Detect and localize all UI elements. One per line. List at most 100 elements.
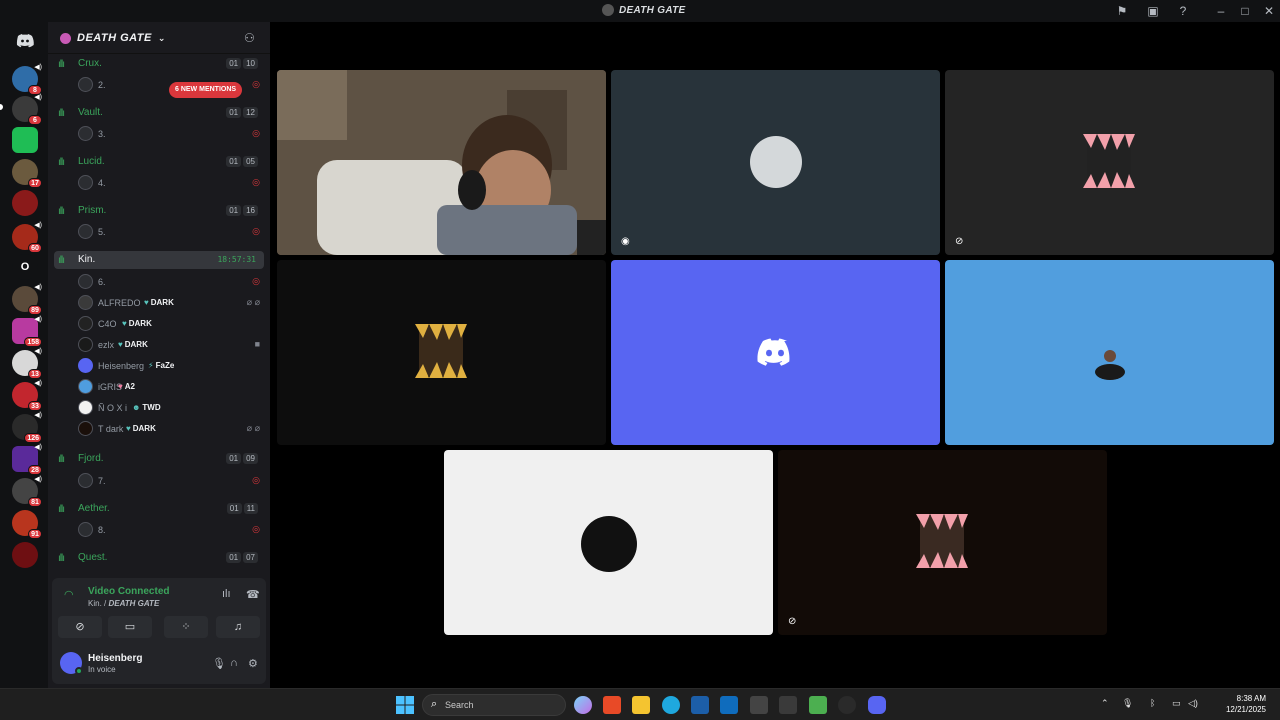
server-icon-10[interactable]: ◀) 13 (12, 348, 42, 379)
edge-browser-icon[interactable] (662, 696, 680, 714)
voice-member-igris[interactable]: iGRIS ♥ A2 (78, 378, 264, 396)
video-tile-user-2[interactable]: ◉ (611, 70, 940, 255)
channel-occupant[interactable]: 4. ◎ (78, 174, 264, 192)
video-tile-user-4[interactable] (277, 260, 606, 445)
server-icon-14[interactable]: ◀) 81 (12, 476, 42, 507)
user-avatar (581, 516, 637, 572)
video-tile-user-7[interactable] (444, 450, 773, 635)
server-icon-13[interactable]: ◀) 28 (12, 444, 42, 475)
video-tile-user-3[interactable]: ⊘ (945, 70, 1274, 255)
discord-home-icon[interactable] (12, 27, 38, 53)
inbox-flag-icon[interactable]: ⚑ (1115, 4, 1129, 18)
clan-tag: ♥ DARK (122, 319, 152, 328)
server-rail: ◀) 8 ◀) 6 17 ◀) 60 O ◀) 89 ◀) 158 ◀) 13 ◀) 33 ◀… (0, 22, 48, 688)
headphones-deafened-icon: ◎ (252, 79, 260, 89)
voice-status[interactable]: Video Connected (88, 586, 170, 597)
voice-member-ezlx[interactable]: ezlx ♥ DARK ■ (78, 336, 264, 354)
network-icon[interactable]: ▭ (1172, 698, 1181, 709)
server-icon-2[interactable]: ◀) 6 (12, 94, 42, 125)
voice-channel-vault[interactable]: ıllı Vault. 01 12 (54, 104, 264, 122)
voice-member-t-dark[interactable]: T dark ♥ DARK ⌀ ⌀ (78, 420, 264, 438)
voice-channel-lucid[interactable]: ıllı Lucid. 01 05 (54, 153, 264, 171)
brave-browser-icon[interactable] (603, 696, 621, 714)
server-icon-15[interactable]: 91 (12, 510, 42, 539)
guild-name[interactable]: DEATH GATE ⌄ (60, 32, 166, 44)
server-icon-16[interactable] (12, 542, 38, 568)
channel-occupant[interactable]: 6. ◎ (78, 273, 264, 291)
invite-people-icon[interactable]: ⚇ (244, 31, 258, 45)
disconnect-icon[interactable]: ☎ (246, 588, 260, 601)
voice-member-heisenberg[interactable]: Heisenberg ⚡ FaZe (78, 357, 264, 375)
server-icon-8[interactable]: ◀) 89 (12, 284, 42, 315)
chevron-up-icon[interactable]: ⌃ (1101, 698, 1109, 709)
signal-icon[interactable]: ◠ (64, 588, 74, 601)
system-clock[interactable]: 8:38 AM 12/21/2025 (1226, 693, 1266, 715)
store-app-icon[interactable] (691, 696, 709, 714)
channel-occupant[interactable]: 3. ◎ (78, 125, 264, 143)
server-icon-12[interactable]: ◀) 126 (12, 412, 42, 443)
headphones-icon[interactable]: ∩ (230, 657, 238, 669)
voice-channel-crux[interactable]: ıllı Crux. 01 10 (54, 55, 264, 73)
server-icon-9[interactable]: ◀) 158 (12, 316, 42, 347)
channel-occupant[interactable]: 2. ◎ (78, 76, 264, 94)
server-icon-4[interactable]: 17 (12, 159, 42, 188)
taskbar-search[interactable]: ⌕ Search (422, 694, 566, 716)
puzzle-app-icon[interactable] (809, 696, 827, 714)
volume-icon[interactable]: ◁) (1188, 698, 1198, 709)
server-icon-6[interactable]: ◀) 60 (12, 222, 42, 253)
video-tile-user-6[interactable] (945, 260, 1274, 445)
voice-member-alfredo[interactable]: ALFREDO ♥ DARK ⌀ ⌀ (78, 294, 264, 312)
settings-gear-icon[interactable]: ⚙ (248, 657, 258, 670)
game-app-icon[interactable] (838, 696, 856, 714)
activities-button[interactable]: ⁘ (164, 616, 208, 638)
avatar (78, 358, 93, 373)
channel-occupant[interactable]: 7. ◎ (78, 472, 264, 490)
fang-avatar-icon (415, 324, 467, 378)
file-explorer-icon[interactable] (632, 696, 650, 714)
help-icon[interactable]: ? (1176, 4, 1190, 18)
server-icon-1[interactable]: ◀) 8 (12, 64, 42, 95)
clan-tag: ⚡ FaZe (148, 361, 175, 370)
cube-app-icon[interactable] (779, 696, 797, 714)
channel-occupant[interactable]: 8. ◎ (78, 521, 264, 539)
soundboard-button[interactable]: ♫ (216, 616, 260, 638)
microphone-icon[interactable]: 🎙 (212, 657, 226, 670)
voice-channel-fjord[interactable]: ıllı Fjord. 01 09 (54, 450, 264, 468)
user-limit-badge: 01 11 (226, 503, 258, 514)
user-limit-badge: 01 10 (226, 58, 258, 69)
server-icon-11[interactable]: ◀) 33 (12, 380, 42, 411)
inbox-icon[interactable]: ▣ (1146, 4, 1160, 18)
title-bar: DEATH GATE ⚑ ▣ ? – □ ✕ (0, 0, 1280, 22)
voice-channel-prism[interactable]: ıllı Prism. 01 16 (54, 202, 264, 220)
channel-occupant[interactable]: 5. ◎ (78, 223, 264, 241)
voice-channel-kin[interactable]: ıllı Kin. 18:57:31 (54, 251, 264, 269)
noise-suppression-icon[interactable]: ılı (222, 588, 231, 600)
screen-share-button[interactable]: ▭ (108, 616, 152, 638)
discord-app-icon[interactable] (868, 696, 886, 714)
video-tile-user-5[interactable] (611, 260, 940, 445)
bluetooth-icon[interactable]: ᛒ (1150, 698, 1155, 708)
minimize-button[interactable]: – (1214, 4, 1228, 18)
video-tile-user-8[interactable]: ⊘ (778, 450, 1107, 635)
copilot-app-icon[interactable] (574, 696, 592, 714)
outlook-app-icon[interactable] (720, 696, 738, 714)
muted-deafened-icon: ⌀ ⌀ (246, 297, 260, 307)
maximize-button[interactable]: □ (1238, 4, 1252, 18)
microphone-tray-icon[interactable]: 🎙 (1122, 698, 1133, 709)
server-icon-7[interactable]: O (12, 254, 38, 280)
voice-channel-quest[interactable]: ıllı Quest. 01 07 (54, 549, 264, 567)
voice-channel-aether[interactable]: ıllı Aether. 01 11 (54, 500, 264, 518)
video-tile-webcam[interactable] (277, 70, 606, 255)
voice-member-noxi[interactable]: Ñ O X i ☻ TWD (78, 399, 264, 417)
guild-header[interactable]: DEATH GATE ⌄ ⚇ (48, 22, 270, 54)
app-icon-generic[interactable] (750, 696, 768, 714)
voice-activity-icon: ıllı (58, 454, 65, 465)
camera-off-button[interactable]: ⊘ (58, 616, 102, 638)
server-icon-5[interactable] (12, 190, 38, 216)
server-icon-3[interactable] (12, 127, 38, 153)
voice-location[interactable]: Kin. / DEATH GATE (88, 599, 159, 608)
voice-member-c4o[interactable]: C4O ♥ DARK (78, 315, 264, 333)
close-button[interactable]: ✕ (1262, 4, 1276, 18)
user-avatar[interactable] (60, 652, 83, 675)
windows-start-icon[interactable] (396, 696, 414, 714)
